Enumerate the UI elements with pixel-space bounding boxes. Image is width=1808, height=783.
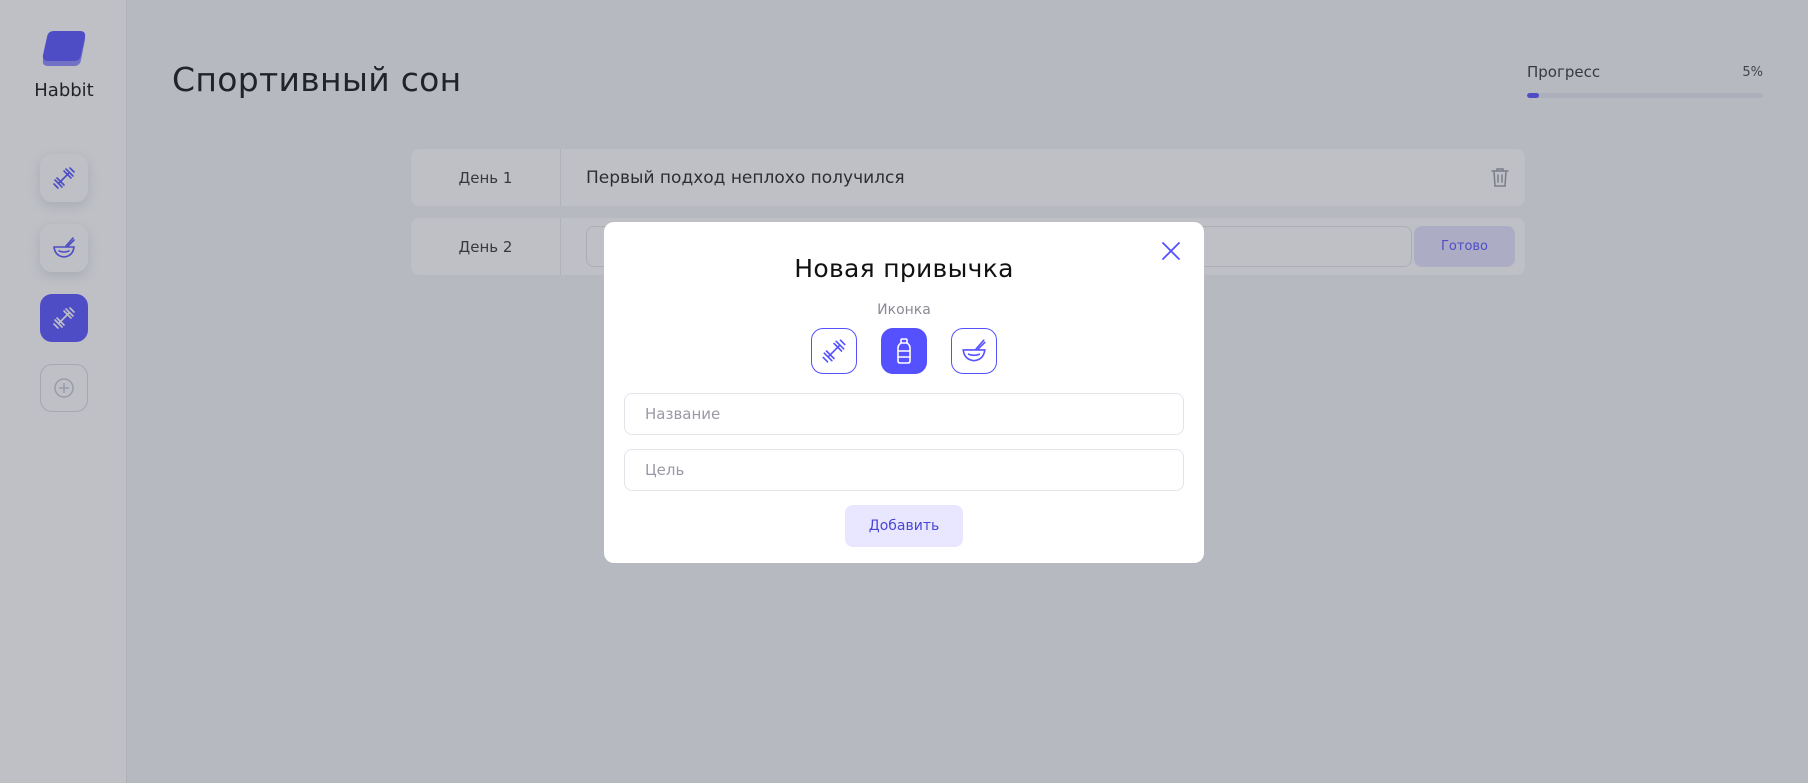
add-button[interactable]: Добавить [845, 505, 963, 547]
dumbbell-icon [822, 339, 846, 363]
modal-title: Новая привычка [794, 254, 1014, 283]
habit-goal-input[interactable] [624, 449, 1184, 491]
new-habit-modal: Новая привычка Иконка Добавить [604, 222, 1204, 563]
icon-option-bowl[interactable] [951, 328, 997, 374]
bowl-icon [962, 339, 986, 362]
icon-option-bottle[interactable] [881, 328, 927, 374]
icons-label: Иконка [877, 302, 931, 318]
habit-name-input[interactable] [624, 393, 1184, 435]
icon-option-dumbbell[interactable] [811, 328, 857, 374]
bottle-icon [897, 338, 911, 364]
